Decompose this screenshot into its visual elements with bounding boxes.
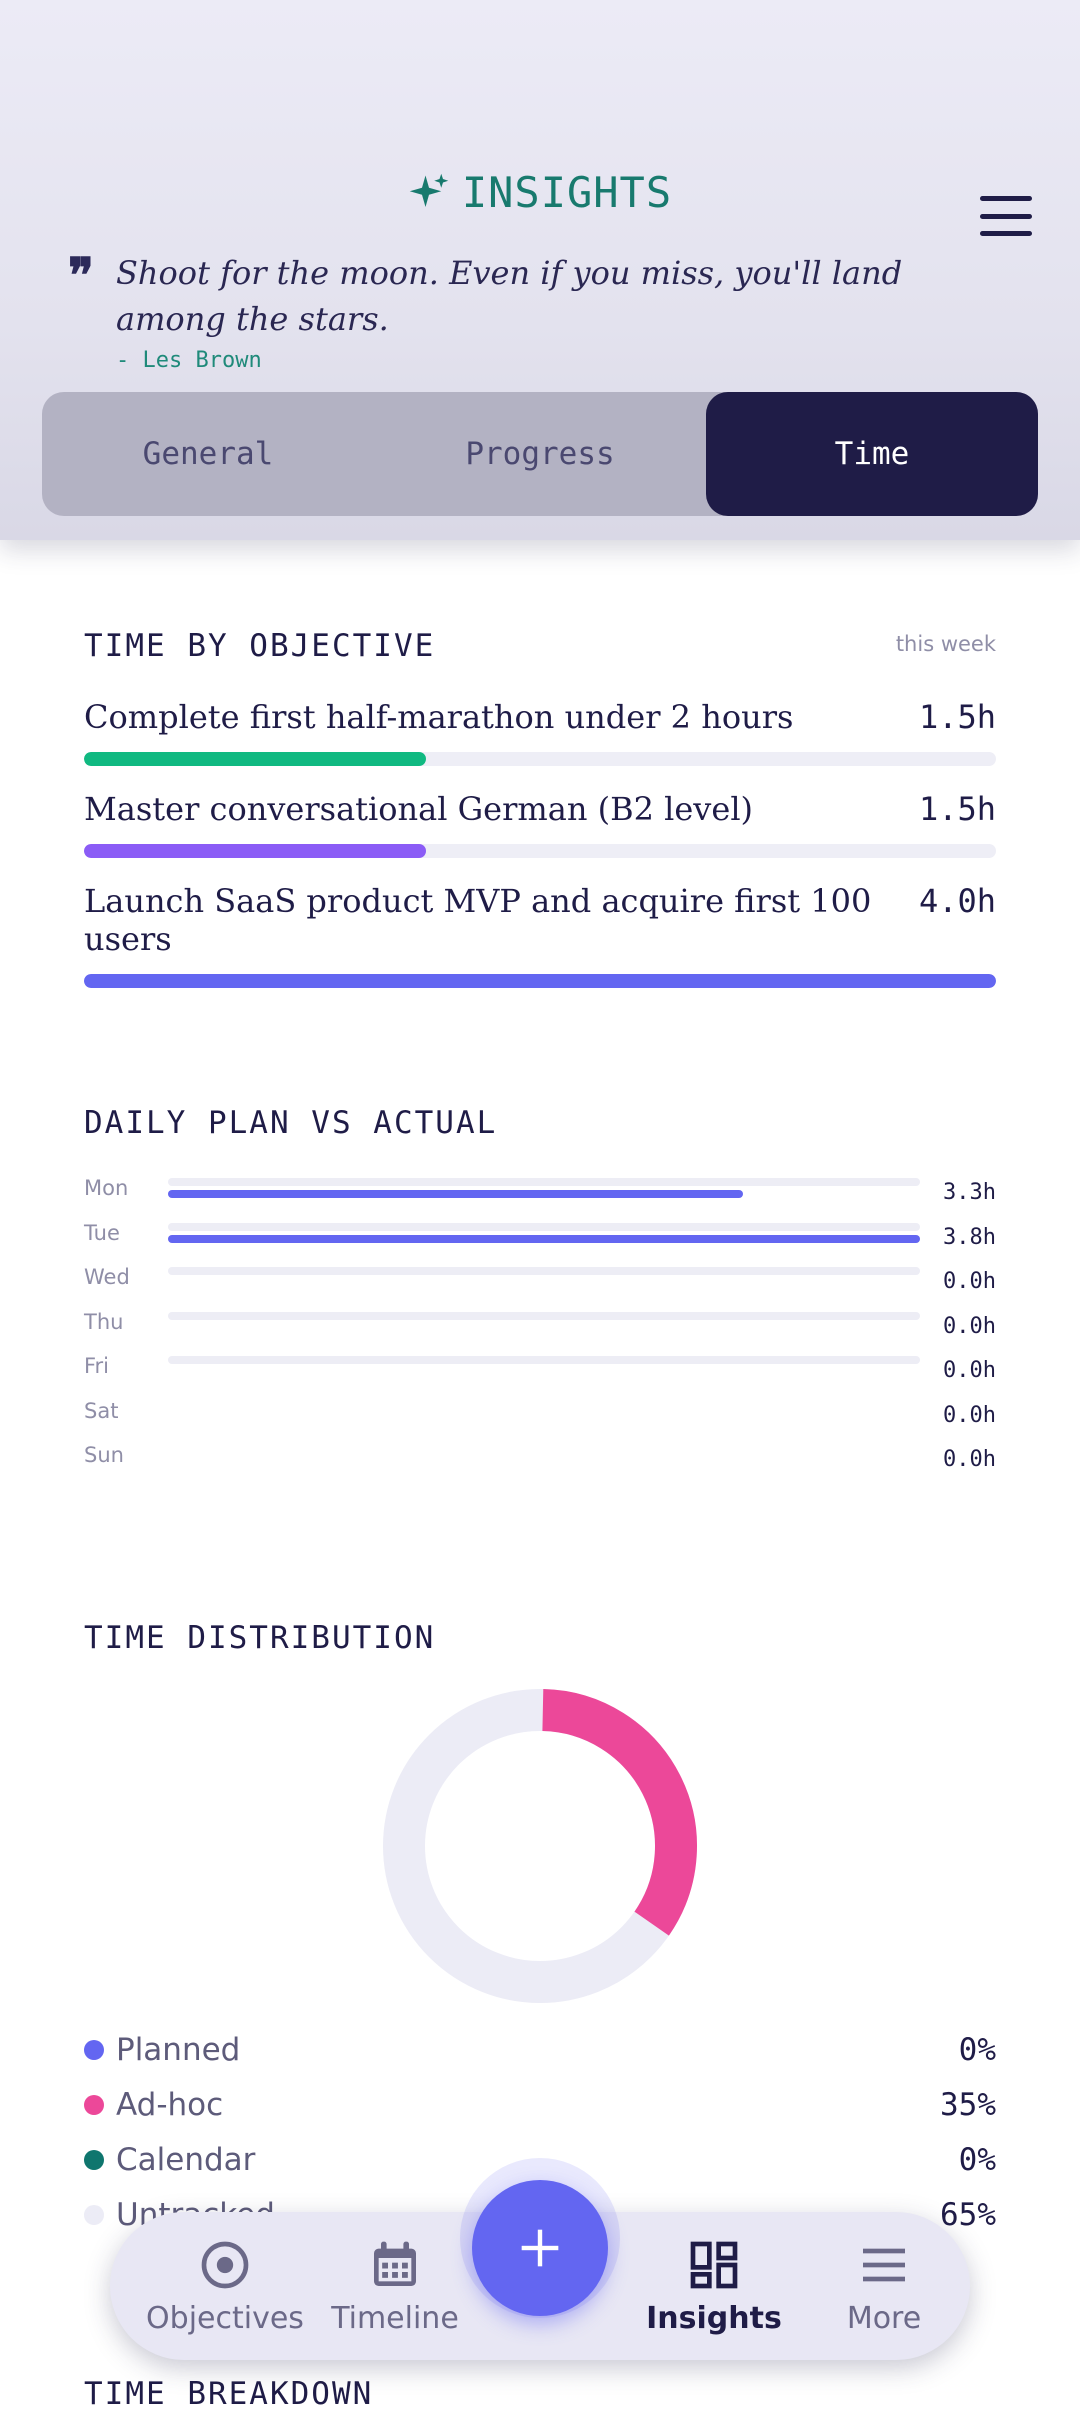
section-title-daily-plan: DAILY PLAN VS ACTUAL <box>84 1105 498 1141</box>
legend-dot <box>84 2205 104 2225</box>
objective-name: Launch SaaS product MVP and acquire firs… <box>84 882 872 958</box>
day-value: 3.8h <box>943 1224 996 1250</box>
donut-slice-ad-hoc <box>541 1689 697 1936</box>
quote-text: Shoot for the moon. Even if you miss, yo… <box>116 254 903 338</box>
sparkle-icon <box>409 173 449 207</box>
section-title-time-by-objective: TIME BY OBJECTIVE <box>84 628 436 664</box>
day-value: 3.3h <box>943 1180 996 1205</box>
day-actual-bar <box>168 1190 743 1198</box>
objective-progress-track <box>84 844 996 858</box>
day-label: Wed <box>84 1265 130 1289</box>
day-label: Fri <box>84 1354 110 1378</box>
nav-label: More <box>846 2300 922 2336</box>
target-icon <box>201 2241 249 2288</box>
daily-row: Wed 0.0h <box>84 1265 996 1305</box>
daily-row: Thu 0.0h <box>84 1310 996 1350</box>
quote: ❞ Shoot for the moon. Even if you miss, … <box>68 250 1008 373</box>
time-distribution-donut <box>383 1689 697 2003</box>
day-label: Sat <box>84 1398 119 1423</box>
quote-author: - Les Brown <box>116 348 262 373</box>
tab-bar: General Progress Time <box>42 392 1038 516</box>
plus-icon <box>521 2229 559 2267</box>
objective-row[interactable]: Complete first half-marathon under 2 hou… <box>84 698 996 766</box>
daily-row: Mon 3.3h <box>84 1176 996 1216</box>
day-plan-track <box>168 1222 920 1231</box>
legend-item: Planned 0% <box>84 2030 996 2070</box>
menu-icon <box>863 2248 905 2281</box>
legend-label: Ad-hoc <box>116 2087 224 2123</box>
legend-dot <box>84 2095 104 2115</box>
legend-value: 0% <box>958 2032 996 2068</box>
objective-row[interactable]: Master conversational German (B2 level) … <box>84 790 996 858</box>
calendar-icon <box>374 2241 416 2286</box>
nav-item-insights[interactable]: Insights <box>629 2212 799 2360</box>
page-title-text: INSIGHTS <box>461 168 673 217</box>
legend-dot <box>84 2150 104 2170</box>
day-plan-track <box>168 1311 920 1320</box>
objective-hours: 4.0h <box>918 882 996 920</box>
nav-label: Objectives <box>146 2300 304 2336</box>
header: INSIGHTS ❞ Shoot for the moon. Even if y… <box>0 0 1080 540</box>
hamburger-menu-icon[interactable] <box>980 196 1032 236</box>
daily-row: Sat 0.0h <box>84 1399 996 1439</box>
legend-value: 0% <box>958 2142 996 2178</box>
nav-label: Timeline <box>331 2300 459 2336</box>
period-label: this week <box>895 632 996 656</box>
nav-item-more[interactable]: More <box>799 2212 969 2360</box>
day-actual-bar <box>168 1234 920 1243</box>
tab-general[interactable]: General <box>42 392 374 516</box>
day-value: 0.0h <box>943 1402 996 1428</box>
day-label: Mon <box>84 1176 129 1200</box>
objective-row[interactable]: Launch SaaS product MVP and acquire firs… <box>84 882 996 988</box>
day-value: 0.0h <box>943 1358 996 1383</box>
legend-label: Planned <box>116 2032 241 2068</box>
legend-item: Ad-hoc 35% <box>84 2085 996 2125</box>
quote-icon: ❞ <box>68 248 94 304</box>
objective-name: Complete first half-marathon under 2 hou… <box>84 698 794 736</box>
day-value: 0.0h <box>943 1447 996 1472</box>
daily-row: Sun 0.0h <box>84 1443 996 1483</box>
nav-item-objectives[interactable]: Objectives <box>140 2212 310 2360</box>
objective-hours: 1.5h <box>918 698 996 736</box>
objective-progress-fill <box>84 974 996 988</box>
legend-label: Calendar <box>116 2142 256 2178</box>
daily-row: Fri 0.0h <box>84 1354 996 1394</box>
objective-progress-fill <box>84 752 426 766</box>
daily-row: Tue 3.8h <box>84 1221 996 1261</box>
objective-name: Master conversational German (B2 level) <box>84 790 754 828</box>
objective-hours: 1.5h <box>918 790 996 828</box>
day-value: 0.0h <box>943 1313 996 1339</box>
objective-progress-fill <box>84 844 426 858</box>
objective-progress-track <box>84 974 996 988</box>
dashboard-icon <box>690 2241 738 2288</box>
legend-dot <box>84 2040 104 2060</box>
tab-time[interactable]: Time <box>706 392 1038 516</box>
day-plan-track <box>168 1178 920 1186</box>
day-plan-track <box>168 1267 920 1275</box>
page-title: INSIGHTS <box>408 168 672 217</box>
day-label: Thu <box>84 1309 124 1334</box>
day-label: Tue <box>84 1220 120 1245</box>
section-title-time-distribution: TIME DISTRIBUTION <box>84 1620 436 1656</box>
section-title-time-breakdown: TIME BREAKDOWN <box>84 2376 374 2412</box>
day-plan-track <box>168 1356 920 1364</box>
objective-progress-track <box>84 752 996 766</box>
day-value: 0.0h <box>943 1269 996 1294</box>
day-label: Sun <box>84 1443 124 1467</box>
tab-progress[interactable]: Progress <box>374 392 706 516</box>
add-button[interactable] <box>472 2180 608 2316</box>
nav-label: Insights <box>646 2300 782 2336</box>
nav-item-timeline[interactable]: Timeline <box>310 2212 480 2360</box>
legend-value: 35% <box>940 2087 996 2123</box>
